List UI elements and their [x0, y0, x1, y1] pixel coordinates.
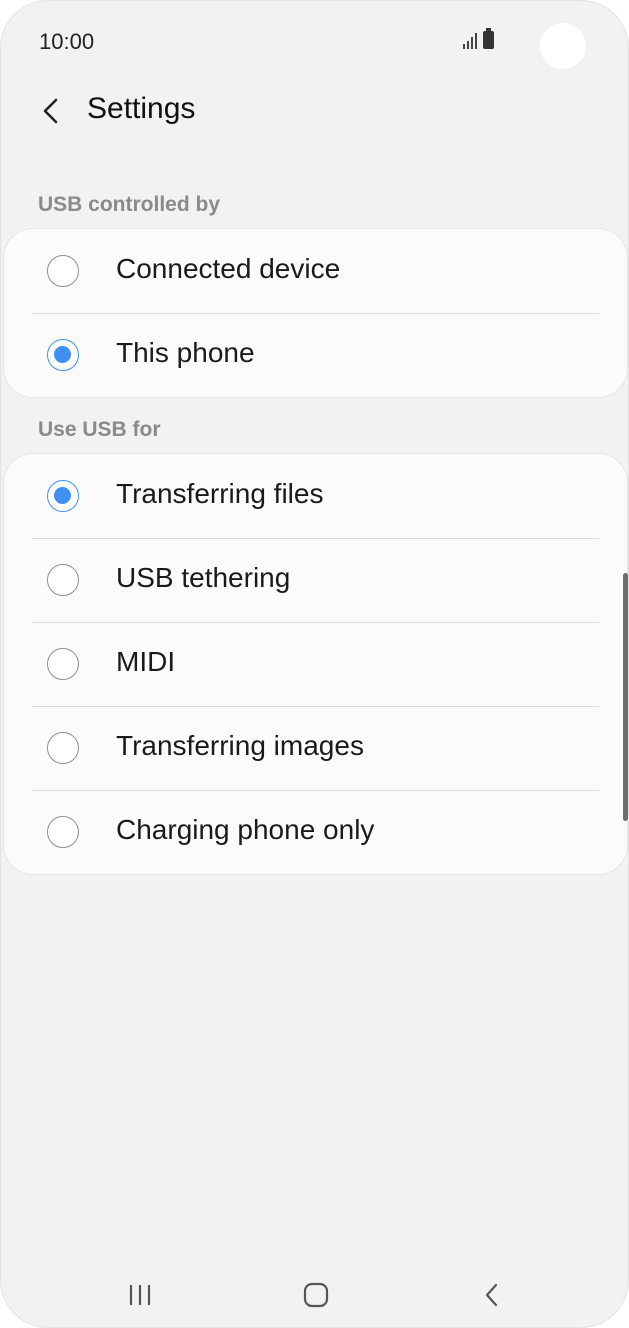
app-header: Settings	[1, 81, 628, 141]
home-button[interactable]	[291, 1275, 341, 1315]
chevron-left-icon	[43, 98, 58, 124]
back-nav-button[interactable]	[467, 1275, 517, 1315]
back-button[interactable]	[31, 91, 71, 131]
option-label: USB tethering	[116, 562, 291, 593]
option-transferring-files[interactable]: Transferring files	[4, 454, 627, 538]
recent-apps-button[interactable]	[115, 1275, 165, 1315]
radio-button[interactable]	[47, 564, 79, 596]
radio-button[interactable]	[47, 255, 79, 287]
battery-icon	[483, 28, 494, 49]
signal-icon	[463, 29, 477, 49]
recent-apps-icon	[129, 1285, 151, 1305]
radio-button[interactable]	[47, 732, 79, 764]
option-label: Charging phone only	[116, 814, 375, 845]
section-label-usb-controlled-by: USB controlled by	[38, 193, 221, 216]
option-midi[interactable]: MIDI	[4, 622, 627, 706]
home-icon	[303, 1282, 329, 1308]
option-usb-tethering[interactable]: USB tethering	[4, 538, 627, 622]
back-icon	[485, 1283, 498, 1307]
radio-button[interactable]	[47, 816, 79, 848]
scrollbar[interactable]	[623, 573, 628, 821]
usb-controlled-by-card: Connected device This phone	[3, 228, 628, 398]
option-label: Transferring images	[116, 730, 364, 761]
status-icons	[463, 28, 494, 49]
option-label: Connected device	[116, 253, 341, 284]
radio-button[interactable]	[47, 648, 79, 680]
option-this-phone[interactable]: This phone	[4, 313, 627, 397]
option-connected-device[interactable]: Connected device	[4, 229, 627, 313]
phone-screen: 10:00 Settings USB controlled by Connect…	[0, 0, 629, 1328]
page-title: Settings	[87, 92, 196, 125]
use-usb-for-card: Transferring files USB tethering MIDI Tr…	[3, 453, 628, 875]
radio-button[interactable]	[47, 480, 79, 512]
navigation-bar	[1, 1257, 628, 1327]
status-time: 10:00	[39, 29, 95, 54]
camera-cutout	[540, 23, 586, 69]
option-label: MIDI	[116, 646, 176, 677]
section-label-use-usb-for: Use USB for	[38, 418, 161, 441]
option-charging-phone-only[interactable]: Charging phone only	[4, 790, 627, 874]
status-bar: 10:00	[1, 1, 628, 81]
radio-button[interactable]	[47, 339, 79, 371]
option-transferring-images[interactable]: Transferring images	[4, 706, 627, 790]
option-label: This phone	[116, 337, 255, 368]
option-label: Transferring files	[116, 478, 324, 509]
